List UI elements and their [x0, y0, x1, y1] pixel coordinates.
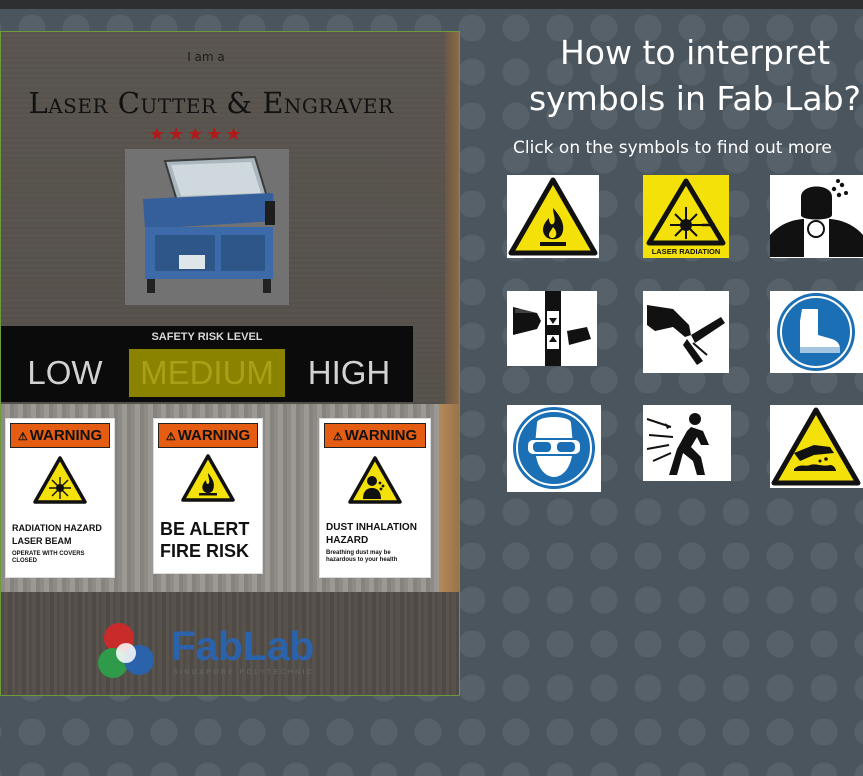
symbol-corrosive[interactable] [770, 405, 863, 488]
symbol-hand-crush[interactable] [507, 291, 597, 366]
safety-risk-level: SAFETY RISK LEVEL LOW MEDIUM HIGH [1, 326, 413, 402]
page-heading: How to interpret symbols in Fab Lab? [500, 30, 863, 122]
warning-signs-band: ⚠ WARNING RADIATION HAZARD LASER BEAM OPE… [1, 404, 459, 592]
safety-goggles-icon [513, 407, 595, 489]
warning-header: ⚠ WARNING [324, 423, 426, 448]
warning-header: ⚠ WARNING [10, 423, 110, 448]
risk-medium-selected: MEDIUM [129, 349, 285, 397]
fablab-logo-subtitle: SINGAPORE POLYTECHNIC [173, 669, 315, 676]
corrosive-hazard-icon [771, 407, 861, 486]
sign-line1: RADIATION HAZARD [12, 523, 102, 533]
warning-sign-dust: ⚠ WARNING DUST INHALATION HAZARD Breathin… [319, 418, 431, 578]
symbol-hand-cut[interactable] [643, 291, 729, 373]
flying-debris-hazard-icon [646, 413, 709, 475]
sign-line1: DUST INHALATION [326, 522, 417, 533]
dust-inhalation-icon [348, 456, 402, 504]
fablab-logo-icon [98, 623, 154, 678]
sign-line3: OPERATE WITH COVERS CLOSED [12, 551, 85, 564]
symbol-laser-radiation[interactable]: LASER RADIATION [643, 175, 729, 258]
poster-intro: I am a [187, 50, 225, 64]
warning-sign-laser: ⚠ WARNING RADIATION HAZARD LASER BEAM OPE… [5, 418, 115, 578]
symbol-flammable[interactable] [507, 175, 599, 258]
heading-line-1: How to interpret [559, 33, 831, 72]
fablab-logo-text: FabLab [171, 623, 314, 669]
sign-line3: Breathing dust may be hazardous to your … [326, 550, 398, 563]
laser-radiation-caption: LASER RADIATION [652, 247, 721, 256]
rating-stars: ★★★★★ [149, 124, 245, 145]
sign-line1: BE ALERT [160, 519, 250, 539]
warning-header: ⚠ WARNING [158, 423, 258, 448]
risk-level-label: SAFETY RISK LEVEL [151, 331, 263, 343]
instruction-text: Click on the symbols to find out more [513, 138, 832, 158]
warning-sign-fire: ⚠ WARNING BE ALERT FIRE RISK [153, 418, 263, 574]
wood-edge [439, 404, 459, 592]
top-bar [0, 0, 863, 9]
sign-line2: FIRE RISK [160, 541, 250, 561]
hand-cut-hazard-icon [647, 305, 725, 365]
laser-radiation-icon [33, 456, 87, 504]
sign-line2: HAZARD [326, 535, 369, 546]
hand-crush-hazard-icon [513, 291, 591, 366]
laser-cutter-poster: I am a Laser Cutter & Engraver ★★★★★ SAF… [0, 31, 460, 696]
heading-line-2: symbols in Fab Lab? [528, 79, 862, 118]
symbol-safety-boots[interactable] [770, 291, 863, 373]
symbol-dust-mask[interactable] [770, 175, 863, 258]
flammable-icon [181, 454, 235, 502]
symbol-safety-goggles[interactable] [507, 405, 601, 492]
laser-radiation-warning-icon: LASER RADIATION [643, 175, 729, 258]
safety-boots-icon [777, 293, 855, 371]
sign-line2: LASER BEAM [12, 536, 72, 546]
laser-cutter-image [125, 149, 289, 305]
symbol-flying-debris[interactable] [643, 405, 731, 481]
risk-low: LOW [27, 354, 103, 391]
poster-title: Laser Cutter & Engraver [28, 86, 394, 120]
risk-high: HIGH [307, 354, 391, 391]
dust-mask-hazard-icon [770, 179, 863, 257]
flammable-warning-icon [508, 177, 598, 256]
